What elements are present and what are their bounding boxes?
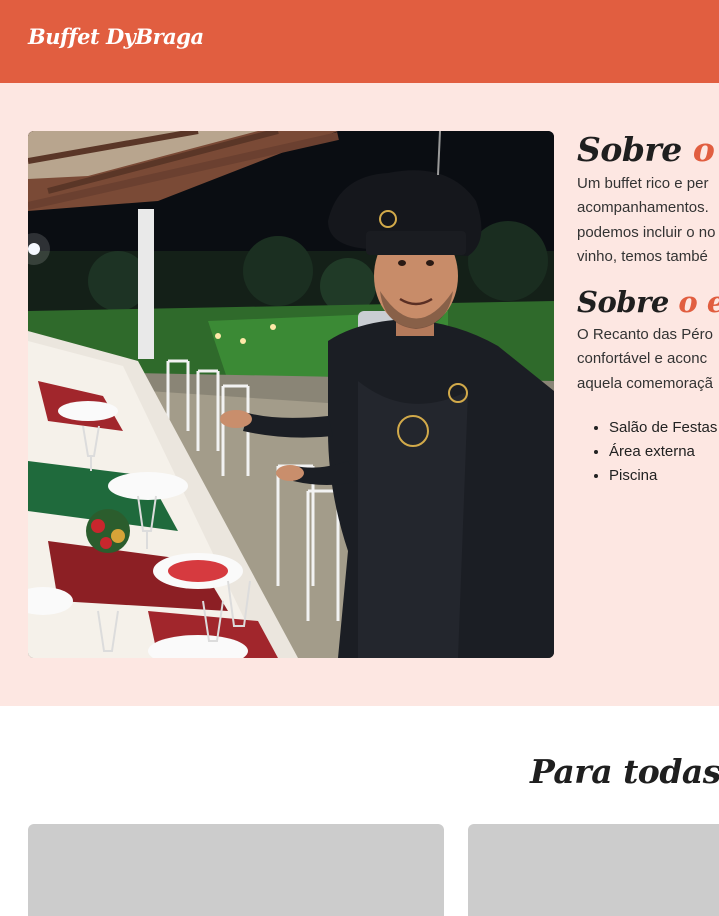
buffet-heading-accent: o Bu [692, 130, 719, 169]
chef-photo [28, 131, 554, 658]
event-card[interactable] [468, 824, 719, 916]
amenity-item: Piscina [609, 464, 719, 488]
space-text-line: confortável e aconc [577, 350, 708, 368]
buffet-text-line: vinho, temos també [577, 247, 708, 265]
space-heading: Sobre o espa [577, 285, 719, 319]
buffet-text-line: podemos incluir o no [577, 223, 716, 241]
brand-logo[interactable]: Buffet DyBraga [28, 24, 204, 49]
space-text-line: aquela comemoraçã [577, 374, 713, 392]
space-heading-prefix: Sobre [577, 285, 669, 320]
buffet-description: Um buffet rico e per acompanhamentos. po… [577, 172, 719, 269]
space-heading-accent: o espa [678, 285, 719, 320]
about-content: Sobre o Bu Um buffet rico e per acompanh… [577, 130, 719, 488]
amenity-item: Salão de Festas [609, 416, 719, 440]
events-heading: Para todas as [530, 750, 719, 794]
site-header: Buffet DyBraga [0, 0, 719, 83]
buffet-text-line: acompanhamentos. [577, 199, 709, 217]
space-text-line: O Recanto das Péro [577, 326, 713, 344]
about-section: Sobre o Bu Um buffet rico e per acompanh… [0, 83, 719, 706]
buffet-text-line: Um buffet rico e per [577, 175, 709, 192]
events-section: Para todas as [0, 706, 719, 916]
buffet-heading: Sobre o Bu [577, 130, 719, 170]
space-description: O Recanto das Péro confortável e aconc a… [577, 323, 719, 396]
events-heading-prefix: Para todas [530, 752, 719, 791]
amenity-item: Área externa [609, 440, 719, 464]
event-card[interactable] [28, 824, 444, 916]
amenities-list: Salão de Festas Área externa Piscina [577, 416, 719, 488]
buffet-heading-prefix: Sobre [577, 130, 682, 169]
